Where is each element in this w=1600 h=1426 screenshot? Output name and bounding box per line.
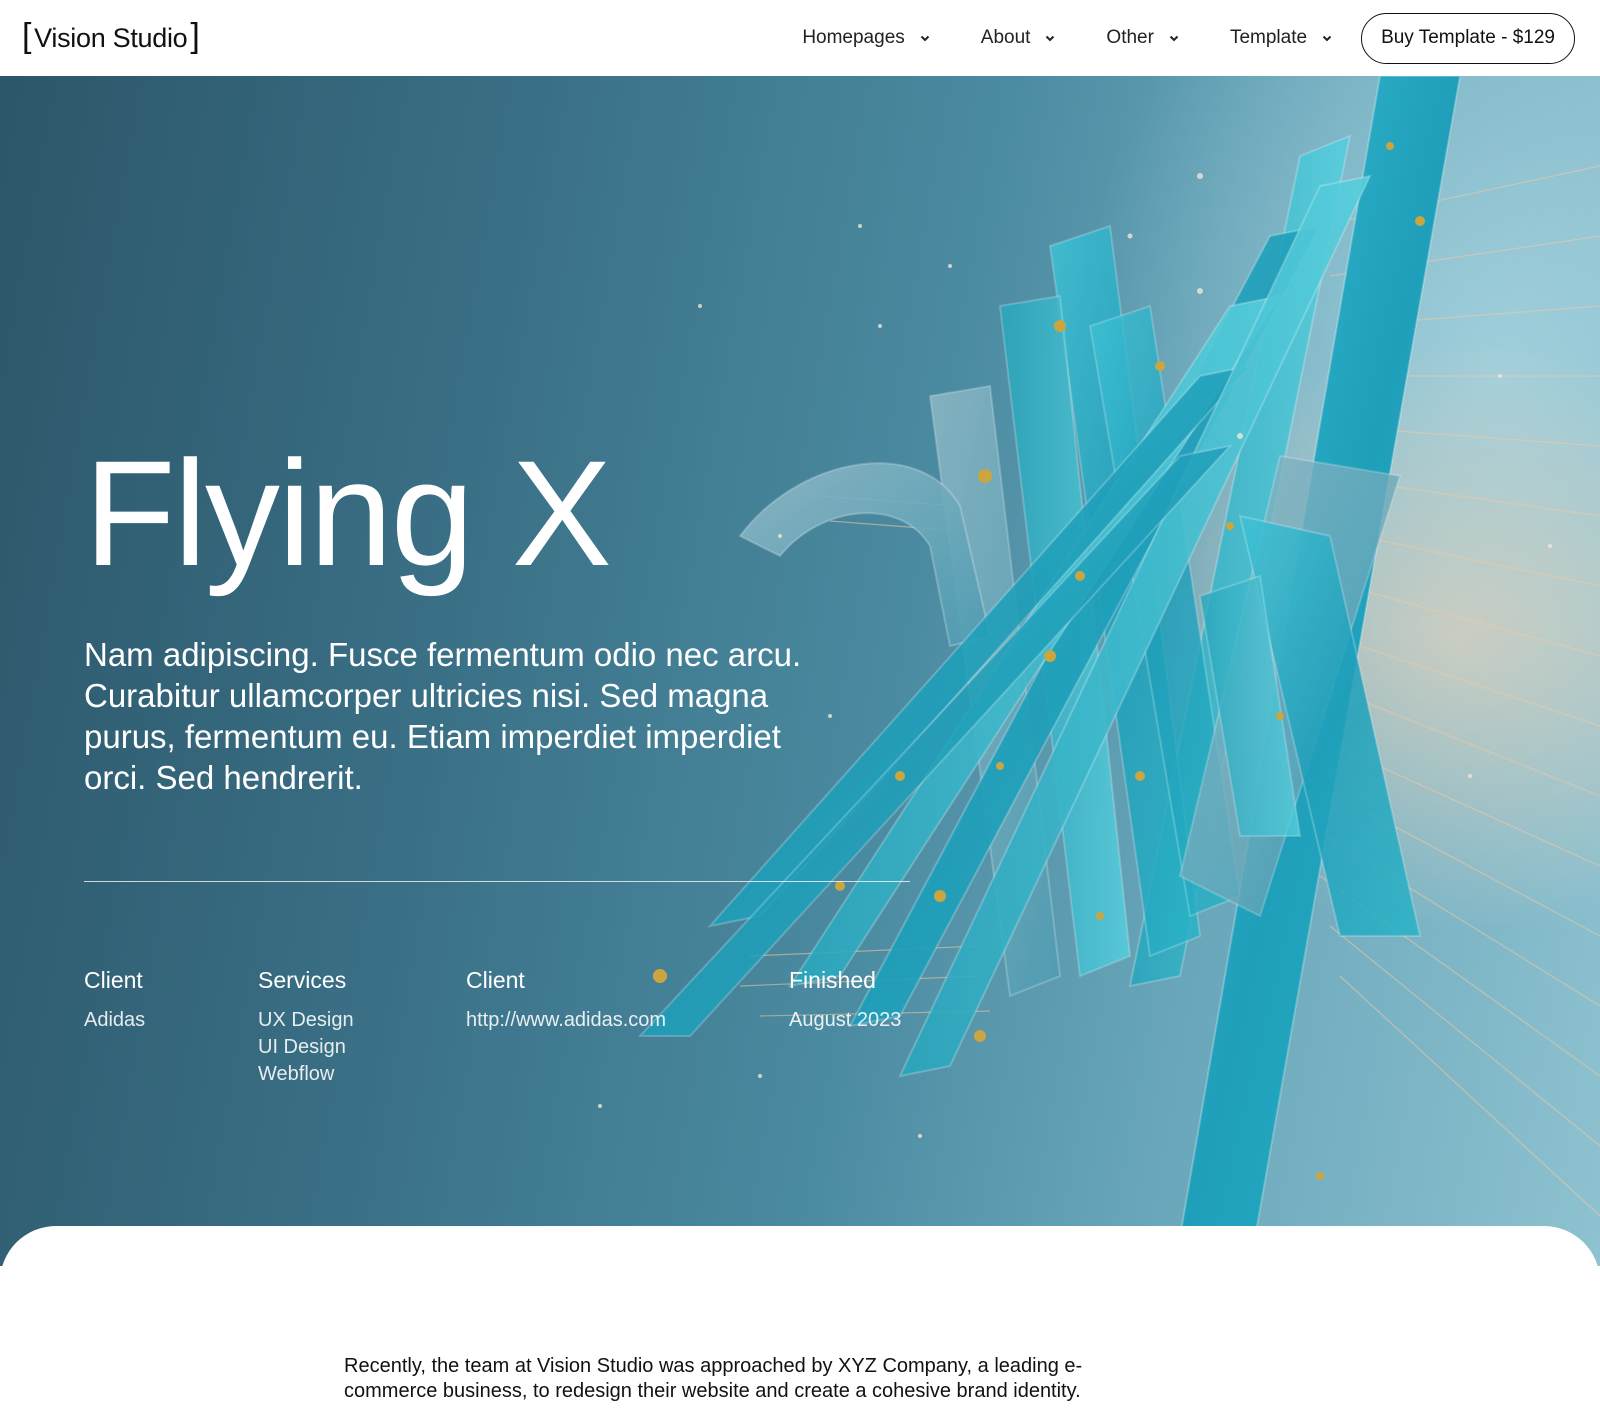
- logo-bracket-left: [: [22, 17, 32, 55]
- project-content: Recently, the team at Vision Studio was …: [0, 1226, 1600, 1426]
- meta-label: Services: [258, 967, 347, 993]
- chevron-down-icon: [1322, 35, 1332, 42]
- meta-label: Client: [84, 967, 143, 993]
- nav-item-homepages[interactable]: Homepages: [802, 27, 930, 49]
- meta-finished: Finished August 2023: [789, 969, 901, 1034]
- meta-label: Finished: [789, 967, 876, 993]
- meta-label: Client: [466, 967, 525, 993]
- meta-value: Adidas: [84, 1009, 146, 1031]
- nav-item-label: Other: [1106, 27, 1154, 48]
- nav-item-label: Homepages: [802, 27, 905, 48]
- meta-value: Webflow: [258, 1063, 335, 1085]
- chevron-down-icon: [920, 35, 929, 42]
- meta-value: August 2023: [789, 1009, 902, 1031]
- meta-client: Client Adidas: [84, 969, 145, 1034]
- meta-services: Services UX Design UI Design Webflow: [258, 969, 354, 1088]
- project-title: Flying X: [84, 429, 612, 597]
- meta-website: Client http://www.adidas.com: [466, 969, 666, 1034]
- site-logo[interactable]: [ Vision Studio ]: [22, 17, 200, 55]
- chevron-down-icon: [1169, 35, 1179, 42]
- nav-item-about[interactable]: About: [981, 27, 1057, 49]
- chevron-down-icon: [1046, 35, 1055, 42]
- logo-bracket-right: ]: [190, 17, 200, 55]
- nav-item-other[interactable]: Other: [1106, 27, 1180, 49]
- nav-item-label: About: [980, 27, 1031, 48]
- hero-section: Flying X Nam adipiscing. Fusce fermentum…: [0, 76, 1600, 1266]
- top-navigation: [ Vision Studio ] Homepages About Other …: [0, 0, 1600, 76]
- nav-item-label: Template: [1229, 27, 1308, 48]
- intro-paragraph: Recently, the team at Vision Studio was …: [344, 1355, 1083, 1402]
- nav-menu: Homepages About Other Template Buy Templ…: [802, 12, 1575, 64]
- meta-value: UX Design: [258, 1009, 354, 1031]
- divider: [84, 881, 910, 882]
- logo-text: Vision Studio: [34, 22, 188, 53]
- buy-template-button[interactable]: Buy Template - $129: [1361, 12, 1575, 64]
- project-description: Nam adipiscing. Fusce fermentum odio nec…: [84, 636, 802, 796]
- meta-value: UI Design: [258, 1036, 346, 1058]
- nav-item-template[interactable]: Template: [1230, 27, 1333, 49]
- client-website-link[interactable]: http://www.adidas.com: [466, 1007, 666, 1034]
